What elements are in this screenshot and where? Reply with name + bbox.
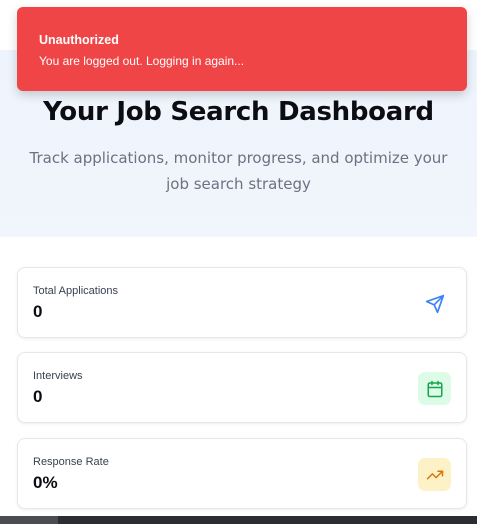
- toast-message: You are logged out. Logging in again...: [39, 54, 245, 68]
- calendar-icon: [418, 372, 451, 405]
- stat-card-response-rate: Response Rate 0%: [17, 438, 467, 509]
- send-icon: [418, 287, 451, 320]
- error-toast[interactable]: Unauthorized You are logged out. Logging…: [17, 7, 467, 91]
- toast-title: Unauthorized: [39, 33, 119, 47]
- bottom-bar-segment: [0, 516, 58, 524]
- bottom-bar: [0, 516, 477, 524]
- trending-up-icon: [418, 458, 451, 491]
- stat-value: 0: [33, 387, 43, 406]
- page-title: Your Job Search Dashboard: [43, 97, 434, 127]
- stat-value: 0: [33, 302, 43, 321]
- page-subtitle: Track applications, monitor progress, an…: [29, 149, 448, 193]
- stat-label: Interviews: [33, 370, 83, 382]
- stat-card-interviews: Interviews 0: [17, 352, 467, 423]
- stat-label: Total Applications: [33, 285, 118, 297]
- stat-label: Response Rate: [33, 456, 109, 468]
- stat-value: 0%: [33, 473, 58, 492]
- stat-card-total-applications: Total Applications 0: [17, 267, 467, 338]
